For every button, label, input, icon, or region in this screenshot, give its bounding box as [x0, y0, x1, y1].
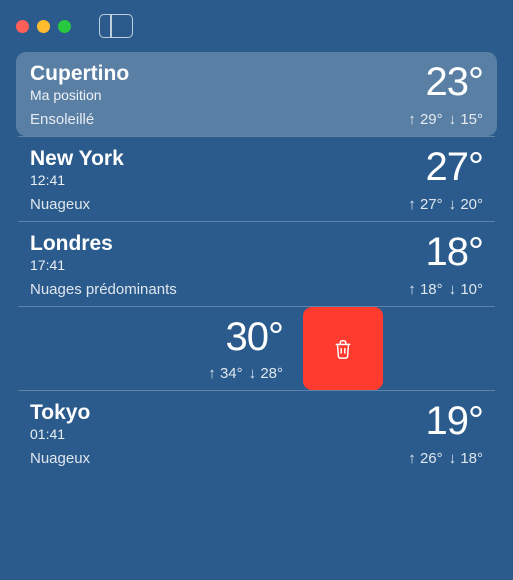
low-temp: 18° [449, 450, 483, 467]
location-row[interactable]: Tokyo 01:41 19° Nuageux 26° 18° [16, 391, 497, 475]
current-temp: 18° [426, 232, 484, 272]
condition-text: Nuageux [30, 196, 90, 213]
minimize-window-button[interactable] [37, 20, 50, 33]
hi-lo: 18° 10° [408, 281, 483, 298]
window-titlebar [0, 0, 513, 52]
local-time: 01:41 [30, 426, 90, 442]
location-row[interactable]: New York 12:41 27° Nuageux 27° 20° [16, 137, 497, 221]
traffic-lights [16, 20, 71, 33]
hi-lo: 27° 20° [408, 196, 483, 213]
low-temp: 20° [449, 196, 483, 213]
city-name: Cupertino [30, 62, 129, 85]
current-temp: 23° [426, 62, 484, 102]
location-subtitle: Ma position [30, 87, 129, 103]
city-name: Tokyo [30, 401, 90, 424]
hi-lo: 26° 18° [408, 450, 483, 467]
hi-lo: 29° 15° [408, 111, 483, 128]
locations-list: Cupertino Ma position 23° Ensoleillé 29°… [0, 52, 513, 475]
city-name: New York [30, 147, 124, 170]
low-temp: 28° [249, 365, 283, 382]
condition-text: Nuageux [30, 450, 90, 467]
hi-lo: 34° 28° [208, 365, 283, 382]
high-temp: 18° [408, 281, 442, 298]
low-temp: 10° [449, 281, 483, 298]
high-temp: 29° [408, 111, 442, 128]
close-window-button[interactable] [16, 20, 29, 33]
zoom-window-button[interactable] [58, 20, 71, 33]
local-time: 17:41 [30, 257, 113, 273]
current-temp: 30° [226, 317, 284, 357]
location-row[interactable]: Londres 17:41 18° Nuages prédominants 18… [16, 222, 497, 306]
delete-location-button[interactable] [303, 307, 383, 390]
city-name: Londres [30, 232, 113, 255]
condition-text: Ensoleillé [30, 111, 94, 128]
current-temp: 27° [426, 147, 484, 187]
low-temp: 15° [449, 111, 483, 128]
location-row[interactable]: Cupertino Ma position 23° Ensoleillé 29°… [16, 52, 497, 136]
high-temp: 34° [208, 365, 242, 382]
current-temp: 19° [426, 401, 484, 441]
sidebar-toggle-button[interactable] [99, 14, 133, 38]
local-time: 12:41 [30, 172, 124, 188]
condition-text: Nuages prédominants [30, 281, 177, 298]
trash-icon [332, 337, 354, 361]
high-temp: 26° [408, 450, 442, 467]
high-temp: 27° [408, 196, 442, 213]
location-row-swiped[interactable]: 30° 34° 28° [16, 307, 497, 390]
